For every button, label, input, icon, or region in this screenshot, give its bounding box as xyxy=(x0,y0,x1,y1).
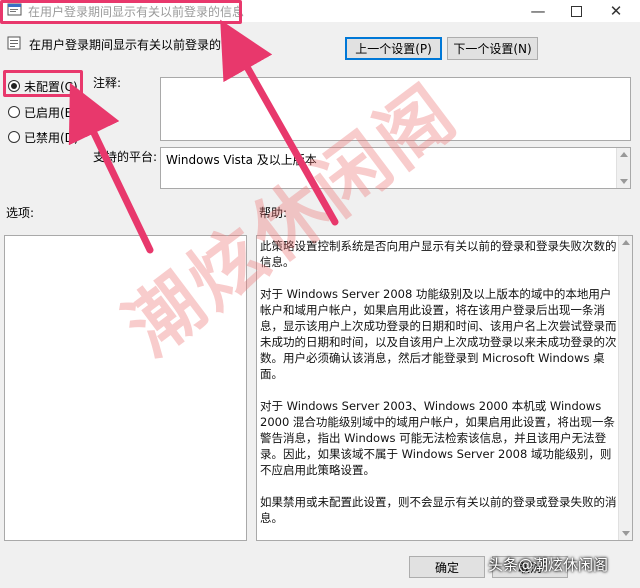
watermark-corner: 头条@潮炫休闲阁 xyxy=(488,556,609,574)
radio-unchecked-icon[interactable] xyxy=(8,131,20,143)
minimize-icon: — xyxy=(530,2,546,20)
ok-button[interactable]: 确定 xyxy=(409,556,485,578)
platform-value: Windows Vista 及以上版本 xyxy=(166,153,317,167)
radio-label: 已禁用(D) xyxy=(24,130,79,145)
previous-setting-button[interactable]: 上一个设置(P) xyxy=(345,37,442,60)
options-panel xyxy=(4,235,247,541)
options-label: 选项: xyxy=(6,206,35,220)
scroll-down-icon[interactable] xyxy=(620,179,628,184)
radio-highlight-annotation xyxy=(3,70,83,97)
help-label: 帮助: xyxy=(259,206,288,220)
radio-disabled[interactable]: 已禁用(D) xyxy=(8,128,79,146)
maximize-button[interactable] xyxy=(556,0,596,22)
setting-name: 在用户登录期间显示有关以前登录的信息 xyxy=(29,38,246,52)
radio-enabled[interactable]: 已启用(E) xyxy=(8,103,77,121)
comment-textarea[interactable] xyxy=(160,77,631,141)
platform-scrollbar[interactable] xyxy=(616,148,630,188)
help-scrollbar[interactable] xyxy=(618,236,632,540)
arrow-to-radio xyxy=(68,82,154,254)
minimize-button[interactable]: — xyxy=(518,0,558,22)
help-paragraph: 对于 Windows Server 2008 功能级别及以上版本的域中的本地用户… xyxy=(260,287,617,381)
help-text: 此策略设置控制系统是否向用户显示有关以前的登录和登录失败次数的信息。 对于 Wi… xyxy=(260,238,620,542)
policy-setting-icon xyxy=(7,36,21,50)
maximize-icon xyxy=(570,5,582,17)
platform-label: 支持的平台: xyxy=(93,150,158,164)
help-paragraph: 对于 Windows Server 2003、Windows 2000 本机或 … xyxy=(260,399,615,477)
scroll-up-icon[interactable] xyxy=(622,240,630,245)
help-paragraph: 如果禁用或未配置此设置，则不会显示有关以前的登录或登录失败的消息。 xyxy=(260,495,617,525)
title-highlight-annotation xyxy=(0,0,242,24)
scroll-down-icon[interactable] xyxy=(622,531,630,536)
close-button[interactable]: ✕ xyxy=(596,0,636,22)
comment-label: 注释: xyxy=(93,76,122,90)
close-icon: ✕ xyxy=(609,2,623,20)
radio-label: 已启用(E) xyxy=(24,105,77,120)
scroll-up-icon[interactable] xyxy=(620,152,628,157)
help-paragraph: 此策略设置控制系统是否向用户显示有关以前的登录和登录失败次数的信息。 xyxy=(260,239,617,269)
next-setting-button[interactable]: 下一个设置(N) xyxy=(447,37,538,60)
radio-unchecked-icon[interactable] xyxy=(8,106,20,118)
